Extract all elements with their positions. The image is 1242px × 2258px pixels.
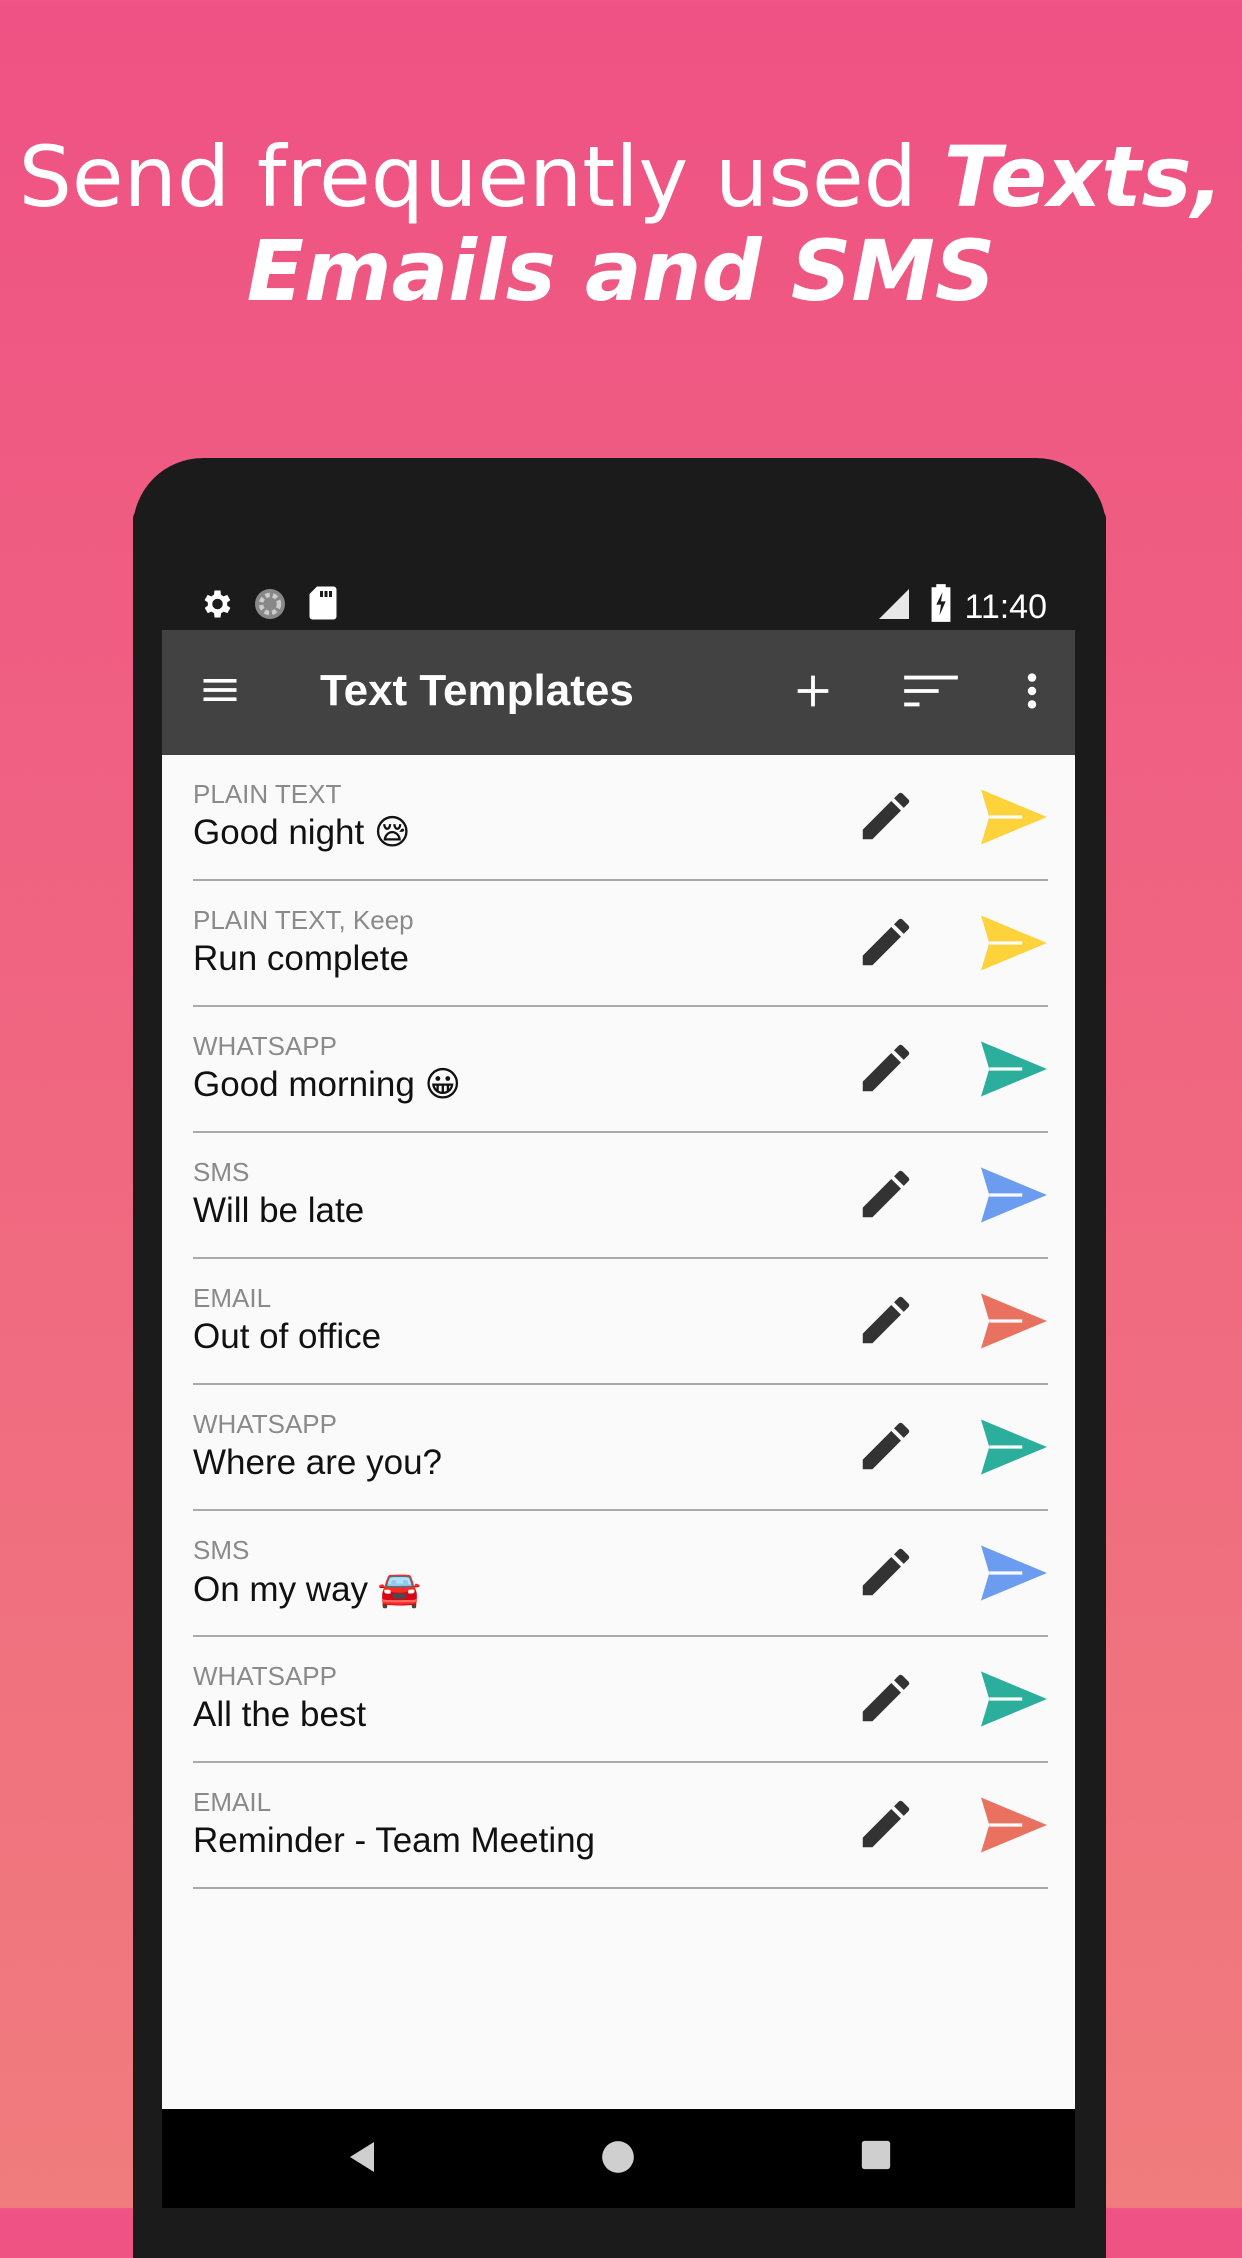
send-icon[interactable] <box>981 1293 1047 1349</box>
template-type: WHATSAPP <box>193 1661 337 1691</box>
menu-icon[interactable] <box>198 668 242 712</box>
template-name: Good morning 😀 <box>193 1065 462 1104</box>
page-title: Text Templates <box>320 666 634 715</box>
headline-plain: Send frequently used <box>18 128 944 226</box>
more-vert-icon[interactable] <box>1022 668 1042 714</box>
send-icon[interactable] <box>981 789 1047 845</box>
clock: 11:40 <box>964 588 1047 626</box>
send-icon[interactable] <box>981 1797 1047 1853</box>
headline: Send frequently used Texts, Emails and S… <box>0 130 1242 318</box>
template-name: Good night 😪 <box>193 813 411 852</box>
send-icon[interactable] <box>981 915 1047 971</box>
edit-icon[interactable] <box>855 1541 917 1603</box>
home-icon[interactable] <box>599 2138 637 2176</box>
send-icon[interactable] <box>981 1167 1047 1223</box>
template-type: EMAIL <box>193 1787 272 1817</box>
list-item[interactable]: PLAIN TEXT, Keep Run complete <box>193 881 1048 1007</box>
add-icon[interactable] <box>790 668 836 714</box>
headline-line-2: Emails and SMS <box>246 222 996 320</box>
template-list: PLAIN TEXT Good night 😪 PLAIN TEXT, Keep Ru… <box>162 755 1075 2109</box>
edit-icon[interactable] <box>855 1793 917 1855</box>
list-item[interactable]: WHATSAPP Where are you? <box>193 1385 1048 1511</box>
template-type: PLAIN TEXT, Keep <box>193 905 414 935</box>
list-item[interactable]: SMS On my way 🚘 <box>193 1511 1048 1637</box>
send-icon[interactable] <box>981 1671 1047 1727</box>
template-type: PLAIN TEXT <box>193 779 342 809</box>
sort-icon[interactable] <box>902 668 960 714</box>
template-name: Out of office <box>193 1317 382 1356</box>
template-name: Reminder - Team Meeting <box>193 1821 596 1860</box>
list-item[interactable]: EMAIL Out of office <box>193 1259 1048 1385</box>
list-item[interactable]: WHATSAPP All the best <box>193 1637 1048 1763</box>
nav-bar <box>162 2109 1075 2208</box>
sync-icon <box>255 589 285 619</box>
recents-icon[interactable] <box>859 2138 893 2172</box>
send-icon[interactable] <box>981 1545 1047 1601</box>
template-type: WHATSAPP <box>193 1031 337 1061</box>
template-name: Will be late <box>193 1191 365 1230</box>
list-item[interactable]: PLAIN TEXT Good night 😪 <box>193 755 1048 881</box>
list-item[interactable]: WHATSAPP Good morning 😀 <box>193 1007 1048 1133</box>
gear-icon <box>204 590 231 618</box>
template-type: SMS <box>193 1535 250 1565</box>
template-name: Run complete <box>193 939 409 978</box>
template-type: SMS <box>193 1157 250 1187</box>
app-bar: Text Templates <box>162 630 1075 755</box>
headline-emphasis-1: Texts, <box>943 128 1224 226</box>
edit-icon[interactable] <box>855 785 917 847</box>
list-item[interactable]: SMS Will be late <box>193 1133 1048 1259</box>
template-type: EMAIL <box>193 1283 272 1313</box>
template-name: All the best <box>193 1695 367 1734</box>
headline-line-1: Send frequently used Texts, <box>0 130 1242 224</box>
list-item[interactable]: EMAIL Reminder - Team Meeting <box>193 1763 1048 1889</box>
edit-icon[interactable] <box>855 1037 917 1099</box>
edit-icon[interactable] <box>855 1289 917 1351</box>
send-icon[interactable] <box>981 1419 1047 1475</box>
template-type: WHATSAPP <box>193 1409 337 1439</box>
no-signal-icon <box>879 589 909 619</box>
edit-icon[interactable] <box>855 1163 917 1225</box>
send-icon[interactable] <box>981 1041 1047 1097</box>
template-name: On my way 🚘 <box>193 1570 422 1609</box>
edit-icon[interactable] <box>855 911 917 973</box>
template-name: Where are you? <box>193 1443 443 1482</box>
sd-card-icon <box>309 586 337 620</box>
edit-icon[interactable] <box>855 1415 917 1477</box>
edit-icon[interactable] <box>855 1667 917 1729</box>
battery-charging-icon <box>931 584 951 622</box>
back-icon[interactable] <box>347 2138 377 2176</box>
